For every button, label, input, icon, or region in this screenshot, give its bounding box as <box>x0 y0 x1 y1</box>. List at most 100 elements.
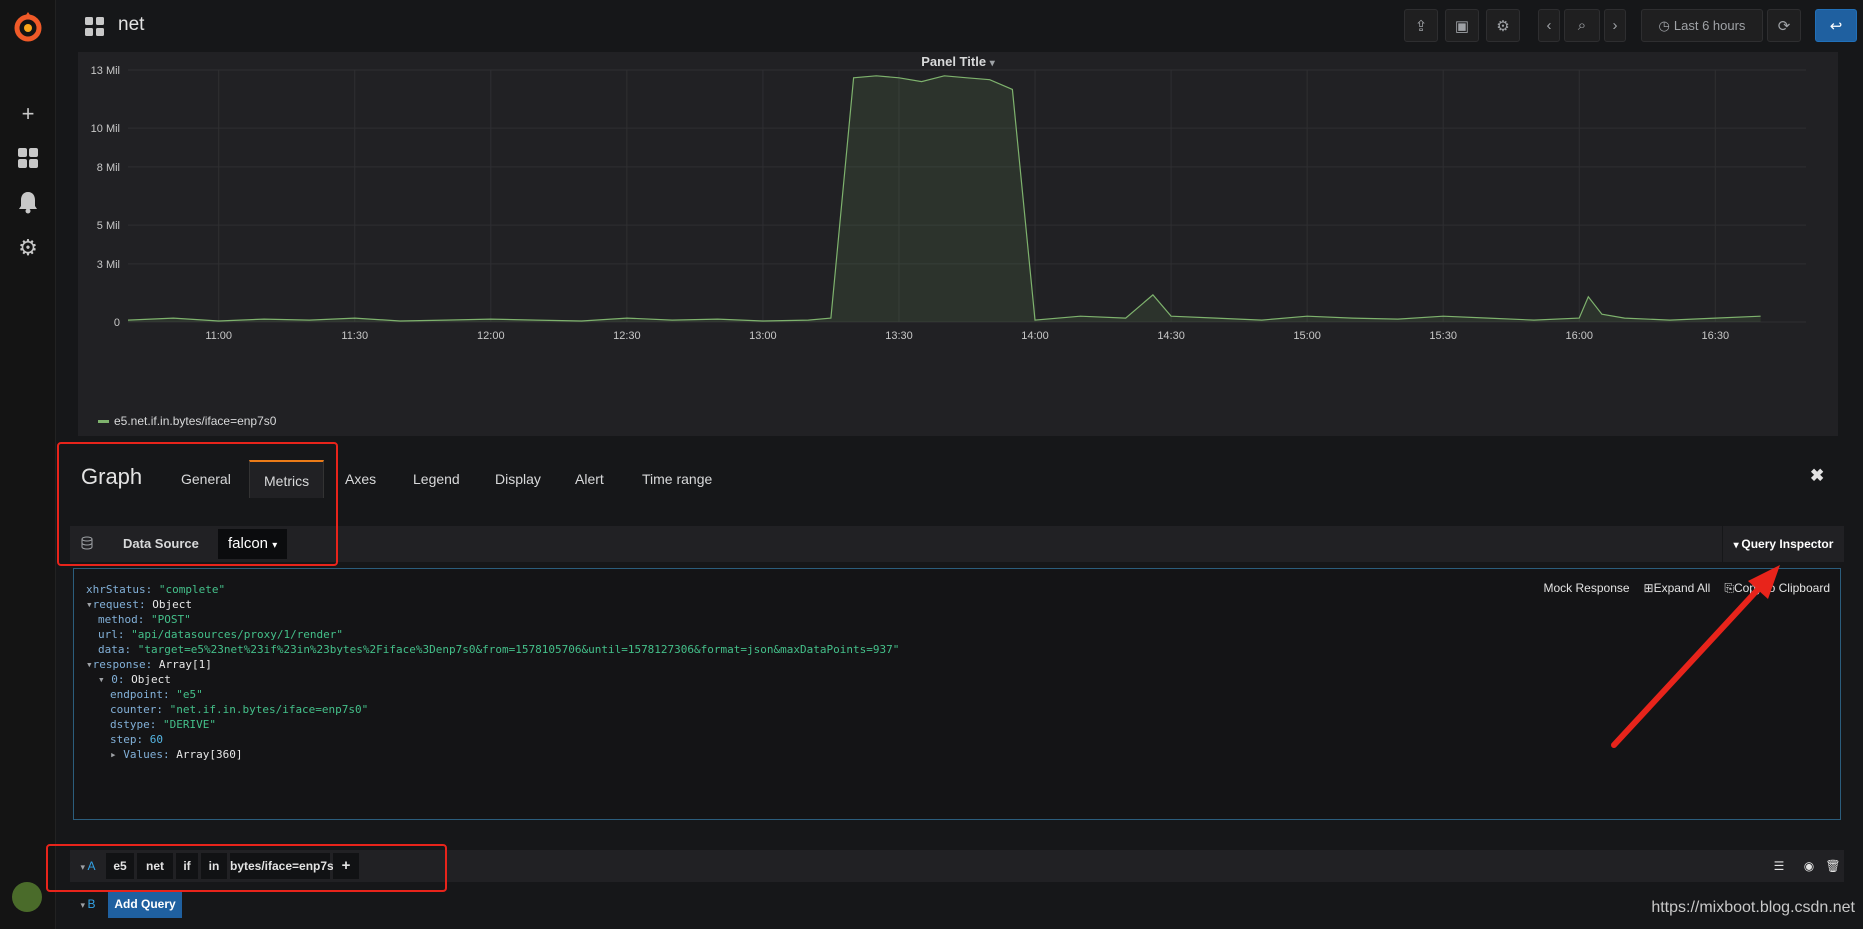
tab-axes[interactable]: Axes <box>331 460 390 498</box>
y-tick-label: 13 Mil <box>91 65 120 77</box>
chevron-left-icon: ‹ <box>1546 17 1552 34</box>
x-tick-label: 11:30 <box>341 330 368 342</box>
y-tick-label: 10 Mil <box>91 123 120 135</box>
graph-panel: Panel Title ▾ 03 Mil 5 Mil 8 Mil 10 Mil 13 M… <box>78 52 1838 436</box>
x-tick-label: 11:00 <box>205 330 232 342</box>
alerting-bell-icon[interactable] <box>14 190 42 218</box>
trash-icon[interactable]: 🗑 <box>1822 853 1844 879</box>
refresh-icon: ⟳ <box>1777 17 1791 35</box>
y-tick-label: 3 Mil <box>97 259 120 271</box>
tab-time-range[interactable]: Time range <box>628 460 726 498</box>
json-key: method: <box>98 613 145 626</box>
refresh-button[interactable]: ⟳ <box>1767 9 1801 42</box>
dashboard-grid-icon <box>84 16 106 43</box>
query-b-toggle[interactable]: ▾ B <box>70 891 106 917</box>
json-value: "api/datasources/proxy/1/render" <box>131 628 344 641</box>
json-value: "complete" <box>158 583 226 596</box>
share-icon: ⇪ <box>1414 17 1428 35</box>
eye-icon[interactable]: ◉ <box>1796 853 1822 879</box>
json-line[interactable]: ▾ 0: Object <box>98 673 171 686</box>
add-query-button[interactable]: Add Query <box>108 890 182 918</box>
json-line: url: "api/datasources/proxy/1/render" <box>98 628 343 641</box>
zoom-icon: ⌕ <box>1577 17 1587 34</box>
graph-canvas[interactable]: 0 3 Mil 5 Mil 8 Mil 10 Mil 13 Mil 11:00 11:30 12… <box>78 52 1838 436</box>
configuration-gear-icon[interactable]: ⚙ <box>14 234 42 262</box>
time-picker-button[interactable]: ◷ Last 6 hours <box>1641 9 1763 42</box>
x-tick-label: 13:00 <box>749 330 777 342</box>
x-tick-label: 12:00 <box>477 330 505 342</box>
json-key: xhrStatus: <box>86 583 153 596</box>
y-tick-label: 5 Mil <box>97 220 120 232</box>
x-tick-label: 16:30 <box>1702 330 1730 342</box>
query-inspector-panel: Mock Response ⊞Expand All ⎘Copy to Clipb… <box>73 568 1841 820</box>
x-tick-label: 15:00 <box>1293 330 1321 342</box>
dashboards-grid-icon[interactable] <box>14 146 42 174</box>
json-line: step: 60 <box>110 733 163 746</box>
json-value: Object <box>152 598 192 611</box>
json-value: "POST" <box>150 613 191 626</box>
time-forward-button[interactable]: › <box>1604 9 1626 42</box>
tab-alert[interactable]: Alert <box>561 460 618 498</box>
json-line: xhrStatus: "complete" <box>86 583 225 596</box>
json-key: counter: <box>110 703 163 716</box>
dashboard-title[interactable]: net <box>118 14 144 36</box>
close-editor-icon[interactable]: ✖ <box>1810 466 1824 486</box>
json-line: dstype: "DERIVE" <box>110 718 216 731</box>
y-tick-label: 0 <box>114 317 120 329</box>
annotation-box-query <box>46 844 447 892</box>
chevron-right-icon: › <box>1612 17 1618 34</box>
json-key: response: <box>92 658 153 671</box>
create-plus-icon[interactable]: + <box>14 100 42 128</box>
query-row-b: ▾ B Add Query <box>70 888 182 920</box>
json-value: "DERIVE" <box>162 718 216 731</box>
clock-icon: ◷ <box>1658 17 1670 33</box>
user-avatar[interactable] <box>12 882 42 912</box>
annotation-box-metrics <box>57 442 338 566</box>
tab-legend[interactable]: Legend <box>399 460 474 498</box>
collapse-caret-icon: ▾ <box>86 598 93 611</box>
json-value: "target=e5%23net%23if%23in%23bytes%2Fifa… <box>137 643 900 656</box>
grafana-logo-icon[interactable] <box>8 8 48 48</box>
time-back-button[interactable]: ‹ <box>1538 9 1560 42</box>
annotation-arrow-icon <box>1611 565 1780 748</box>
graph-legend[interactable]: e5.net.if.in.bytes/iface=enp7s0 <box>98 414 276 428</box>
json-key: request: <box>92 598 146 611</box>
x-tick-label: 15:30 <box>1429 330 1457 342</box>
zoom-out-button[interactable]: ⌕ <box>1564 9 1600 42</box>
json-key: data: <box>98 643 132 656</box>
json-line: data: "target=e5%23net%23if%23in%23bytes… <box>98 643 899 656</box>
legend-series-swatch <box>98 419 109 423</box>
json-line[interactable]: ▾response: Array[1] <box>86 658 212 671</box>
json-value: "net.if.in.bytes/iface=enp7s0" <box>169 703 369 716</box>
save-icon: ▣ <box>1454 17 1470 35</box>
json-value: Array[1] <box>158 658 212 671</box>
json-value: Array[360] <box>176 748 243 761</box>
x-tick-label: 12:30 <box>613 330 641 342</box>
watermark-text: https://mixboot.blog.csdn.net <box>1651 899 1855 916</box>
json-key: url: <box>98 628 125 641</box>
json-value: 60 <box>149 733 163 746</box>
collapse-caret-icon: ▾ <box>86 658 93 671</box>
json-line: endpoint: "e5" <box>110 688 203 701</box>
query-inspector-label: Query Inspector <box>1741 537 1834 551</box>
json-key: 0: <box>111 673 125 686</box>
menu-icon[interactable]: ☰ <box>1766 853 1792 879</box>
tab-display[interactable]: Display <box>481 460 555 498</box>
share-button[interactable]: ⇪ <box>1404 9 1438 42</box>
caret-down-icon: ▾ <box>80 900 88 910</box>
json-line[interactable]: ▾request: Object <box>86 598 192 611</box>
json-key: dstype: <box>110 718 157 731</box>
json-line: method: "POST" <box>98 613 191 626</box>
json-key: step: <box>110 733 144 746</box>
x-tick-label: 14:00 <box>1021 330 1049 342</box>
json-line: counter: "net.if.in.bytes/iface=enp7s0" <box>110 703 368 716</box>
collapse-caret-icon: ▾ <box>98 673 112 686</box>
query-letter: B <box>87 897 96 911</box>
settings-button[interactable]: ⚙ <box>1486 9 1520 42</box>
json-value: Object <box>131 673 171 686</box>
save-button[interactable]: ▣ <box>1445 9 1479 42</box>
back-to-dashboard-button[interactable]: ↩ <box>1815 9 1857 42</box>
json-line[interactable]: ▸ Values: Array[360] <box>110 748 242 761</box>
x-tick-label: 14:30 <box>1157 330 1185 342</box>
y-tick-label: 8 Mil <box>97 162 120 174</box>
